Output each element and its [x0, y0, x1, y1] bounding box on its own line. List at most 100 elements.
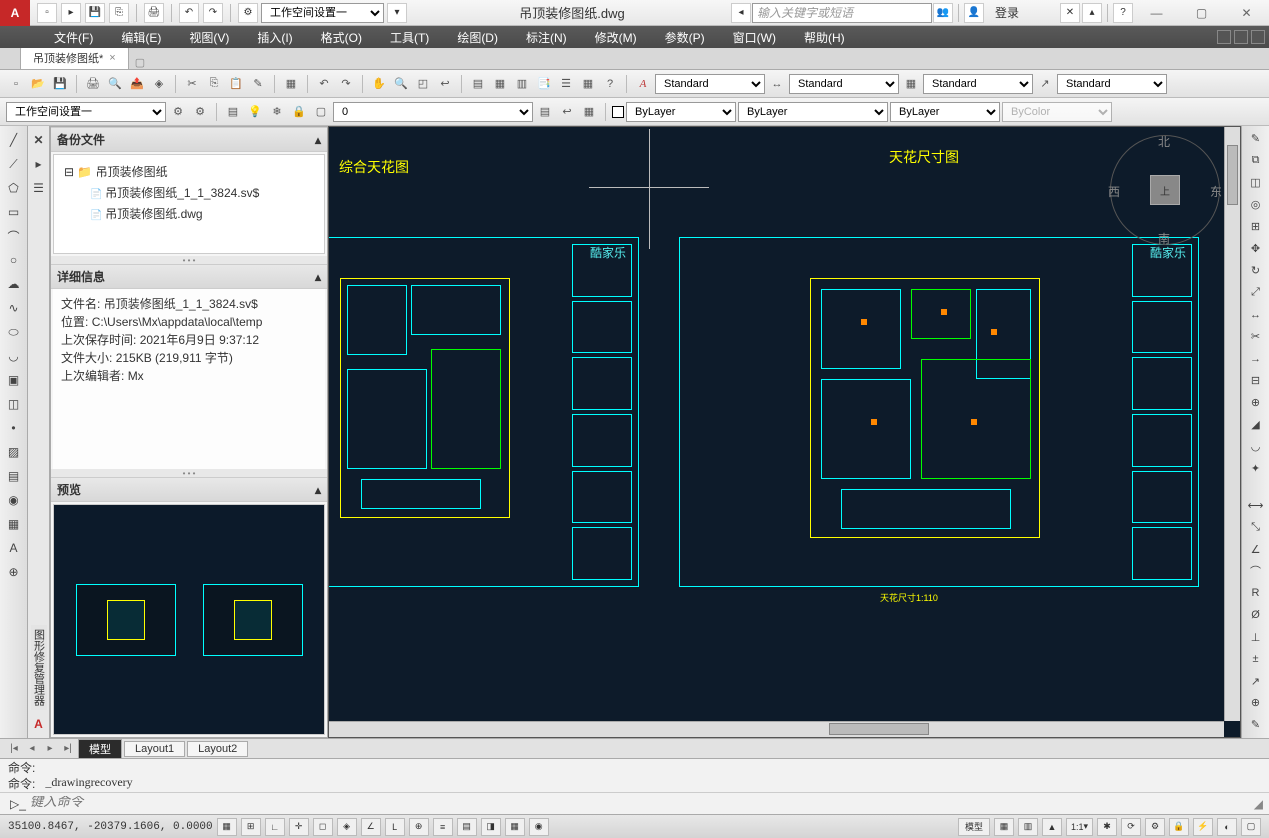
properties-icon[interactable]: ▤: [468, 74, 488, 94]
backup-files-header[interactable]: 备份文件▴: [51, 127, 327, 152]
quickcalc-icon[interactable]: ▦: [578, 74, 598, 94]
zoom-window-icon[interactable]: ◰: [413, 74, 433, 94]
layer-on-icon[interactable]: 💡: [245, 102, 265, 122]
maximize-button[interactable]: ▢: [1179, 0, 1224, 26]
markup-icon[interactable]: ☰: [556, 74, 576, 94]
details-header[interactable]: 详细信息▴: [51, 264, 327, 289]
workspace-select-2[interactable]: 工作空间设置一: [6, 102, 166, 122]
ortho-icon[interactable]: ∟: [265, 818, 285, 836]
dim-style-select[interactable]: Standard: [789, 74, 899, 94]
close-button[interactable]: ✕: [1224, 0, 1269, 26]
copy2-icon[interactable]: ⧉: [1246, 152, 1266, 170]
center-icon[interactable]: ⊕: [1246, 694, 1266, 712]
3d-icon[interactable]: ◈: [149, 74, 169, 94]
redo2-icon[interactable]: ↷: [336, 74, 356, 94]
new-file-icon[interactable]: ▫: [6, 74, 26, 94]
snap-icon[interactable]: ▦: [217, 818, 237, 836]
gradient-icon[interactable]: ▤: [4, 466, 24, 486]
layer-prev-icon[interactable]: ↩: [557, 102, 577, 122]
clean-screen-icon[interactable]: ▢: [1241, 818, 1261, 836]
tab-last-icon[interactable]: ▸|: [60, 743, 76, 754]
dropdown-icon[interactable]: ▾: [387, 3, 407, 23]
settings-icon[interactable]: ⚙: [238, 3, 258, 23]
collapse-icon-3[interactable]: ▴: [315, 483, 321, 497]
scale-icon[interactable]: ⤢: [1246, 284, 1266, 302]
dim-linear-icon[interactable]: ⟷: [1246, 496, 1266, 514]
join-icon[interactable]: ⊕: [1246, 394, 1266, 412]
search-nav-left[interactable]: ◂: [731, 3, 751, 23]
chamfer-icon[interactable]: ◢: [1246, 416, 1266, 434]
layer-lock-icon[interactable]: 🔒: [289, 102, 309, 122]
save-icon[interactable]: 💾: [85, 3, 105, 23]
dim-style-icon[interactable]: ↔: [767, 74, 787, 94]
collapse-icon[interactable]: ▴: [315, 133, 321, 147]
preview-header[interactable]: 预览▴: [51, 477, 327, 502]
pan-icon[interactable]: ✋: [369, 74, 389, 94]
open-file-icon[interactable]: 📂: [28, 74, 48, 94]
dim-tol-icon[interactable]: ±: [1246, 650, 1266, 668]
search-icon[interactable]: 👥: [933, 3, 953, 23]
sheet-set-icon[interactable]: 📑: [534, 74, 554, 94]
saveas-icon[interactable]: ⎘: [109, 3, 129, 23]
color-swatch[interactable]: [612, 106, 624, 118]
insert-block-icon[interactable]: ▣: [4, 370, 24, 390]
text-style-select[interactable]: Standard: [655, 74, 765, 94]
paste-icon[interactable]: 📋: [226, 74, 246, 94]
point-icon[interactable]: •: [4, 418, 24, 438]
ellipse-arc-icon[interactable]: ◡: [4, 346, 24, 366]
new-icon[interactable]: ▫: [37, 3, 57, 23]
user-icon[interactable]: 👤: [964, 3, 984, 23]
menu-dimension[interactable]: 标注(N): [512, 29, 581, 46]
menu-param[interactable]: 参数(P): [651, 29, 719, 46]
text-style-icon[interactable]: A: [633, 74, 653, 94]
coordinates[interactable]: 35100.8467, -20379.1606, 0.0000: [8, 821, 213, 833]
trim-icon[interactable]: ✂: [1246, 328, 1266, 346]
table-style-icon[interactable]: ▦: [901, 74, 921, 94]
menu-window[interactable]: 窗口(W): [719, 29, 790, 46]
document-tab[interactable]: 吊顶装修图纸* ×: [20, 46, 129, 69]
menu-insert[interactable]: 插入(I): [243, 29, 306, 46]
save-file-icon[interactable]: 💾: [50, 74, 70, 94]
drawing-canvas[interactable]: 综合天花图 天花尺寸图 酷家乐 补充定位1:110 酷家乐: [328, 126, 1241, 738]
anno-auto-icon[interactable]: ⟳: [1121, 818, 1141, 836]
copy-icon[interactable]: ⎘: [204, 74, 224, 94]
lineweight-select[interactable]: ByLayer: [890, 102, 1000, 122]
minimize-button[interactable]: —: [1134, 0, 1179, 26]
offset-icon[interactable]: ◎: [1246, 196, 1266, 214]
quick-view-icon[interactable]: ▥: [1018, 818, 1038, 836]
polar-icon[interactable]: ✛: [289, 818, 309, 836]
mleader-style-icon[interactable]: ↗: [1035, 74, 1055, 94]
panel-grip-2[interactable]: • • •: [51, 469, 327, 477]
tab-first-icon[interactable]: |◂: [6, 743, 22, 754]
cut-icon[interactable]: ✂: [182, 74, 202, 94]
addsel-icon[interactable]: ⊕: [4, 562, 24, 582]
new-tab-button[interactable]: ▢: [135, 56, 145, 69]
erase-icon[interactable]: ✎: [1246, 130, 1266, 148]
plotstyle-select[interactable]: ByColor: [1002, 102, 1112, 122]
layer-state-icon[interactable]: ▤: [535, 102, 555, 122]
array-icon[interactable]: ⊞: [1246, 218, 1266, 236]
help2-icon[interactable]: ?: [600, 74, 620, 94]
ducs-icon[interactable]: L: [385, 818, 405, 836]
redo-icon[interactable]: ↷: [203, 3, 223, 23]
mtext-icon[interactable]: A: [4, 538, 24, 558]
publish-icon[interactable]: 📤: [127, 74, 147, 94]
stretch-icon[interactable]: ↔: [1246, 306, 1266, 324]
close-tab-icon[interactable]: ×: [109, 52, 115, 64]
polyline-icon[interactable]: ⟋: [4, 154, 24, 174]
tool-palettes-icon[interactable]: ▥: [512, 74, 532, 94]
tab-model[interactable]: 模型: [78, 739, 122, 759]
3dosnap-icon[interactable]: ◈: [337, 818, 357, 836]
sc-icon[interactable]: ▦: [505, 818, 525, 836]
ellipse-icon[interactable]: ⬭: [4, 322, 24, 342]
block-icon[interactable]: ▦: [281, 74, 301, 94]
hardware-icon[interactable]: ⚡: [1193, 818, 1213, 836]
layer-freeze-icon[interactable]: ❄: [267, 102, 287, 122]
qleader-icon[interactable]: ↗: [1246, 672, 1266, 690]
zoom-prev-icon[interactable]: ↩: [435, 74, 455, 94]
table-style-select[interactable]: Standard: [923, 74, 1033, 94]
ws-switch-icon[interactable]: ⚙: [1145, 818, 1165, 836]
thumbnail-2[interactable]: [203, 584, 303, 656]
undo2-icon[interactable]: ↶: [314, 74, 334, 94]
layer-select[interactable]: 0: [333, 102, 533, 122]
